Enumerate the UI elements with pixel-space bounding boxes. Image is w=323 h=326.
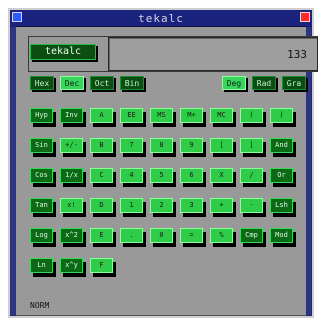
key-percent[interactable]: % [210,228,233,243]
key-or[interactable]: Or [270,168,293,183]
mode-button[interactable]: tekalc [30,44,96,60]
key-m-plus[interactable]: M+ [180,108,203,123]
key-plus-minus[interactable]: +/- [60,138,83,153]
close-icon[interactable] [300,12,310,22]
key-9[interactable]: 9 [180,138,203,153]
key-square[interactable]: x^2 [60,228,83,243]
angle-gra-button[interactable]: Gra [282,76,306,90]
key-decimal[interactable]: . [120,228,143,243]
base-dec-button[interactable]: Dec [60,76,84,90]
key-reciprocal[interactable]: 1/x [60,168,83,183]
key-7[interactable]: 7 [120,138,143,153]
key-multiply[interactable]: X [210,168,233,183]
status-label: NORM [30,301,50,310]
key-power[interactable]: x^y [60,258,83,273]
key-e[interactable]: E [90,228,113,243]
key-0[interactable]: 0 [150,228,173,243]
key-cos[interactable]: Cos [30,168,53,183]
key-mc[interactable]: MC [210,108,233,123]
key-cmp[interactable]: Cmp [240,228,263,243]
key-log[interactable]: Log [30,228,53,243]
key-ln[interactable]: Ln [30,258,53,273]
key-bracket-close[interactable]: ] [240,138,263,153]
key-1[interactable]: 1 [120,198,143,213]
key-paren-close[interactable]: ) [270,108,293,123]
key-tan[interactable]: Tan [30,198,53,213]
key-subtract[interactable]: - [240,198,263,213]
angle-deg-button[interactable]: Deg [222,76,246,90]
base-oct-button[interactable]: Oct [90,76,114,90]
key-divide[interactable]: / [240,168,263,183]
key-ee[interactable]: EE [120,108,143,123]
key-lsh[interactable]: Lsh [270,198,293,213]
key-factorial[interactable]: x! [60,198,83,213]
base-hex-button[interactable]: Hex [30,76,54,90]
key-5[interactable]: 5 [150,168,173,183]
calculator-window: tekalc tekalc 133 Hex Dec Oct Bin Deg Ra… [8,8,318,318]
key-hyp[interactable]: Hyp [30,108,53,123]
key-a[interactable]: A [90,108,113,123]
angle-rad-button[interactable]: Rad [252,76,276,90]
key-4[interactable]: 4 [120,168,143,183]
key-f[interactable]: F [90,258,113,273]
key-3[interactable]: 3 [180,198,203,213]
window-title: tekalc [138,12,184,25]
key-and[interactable]: And [270,138,293,153]
key-2[interactable]: 2 [150,198,173,213]
key-c[interactable]: C [90,168,113,183]
display-value: 133 [287,48,307,61]
key-b[interactable]: B [90,138,113,153]
key-paren-open[interactable]: ( [240,108,263,123]
key-add[interactable]: + [210,198,233,213]
key-sin[interactable]: Sin [30,138,53,153]
key-inv[interactable]: Inv [60,108,83,123]
key-mod[interactable]: Mod [270,228,293,243]
title-bar[interactable]: tekalc [10,10,312,27]
key-6[interactable]: 6 [180,168,203,183]
key-equals[interactable]: = [180,228,203,243]
key-ms[interactable]: MS [150,108,173,123]
calculator-display: 133 [108,37,318,71]
base-bin-button[interactable]: Bin [120,76,144,90]
key-8[interactable]: 8 [150,138,173,153]
key-bracket-open[interactable]: [ [210,138,233,153]
key-d[interactable]: D [90,198,113,213]
left-border [10,26,16,316]
